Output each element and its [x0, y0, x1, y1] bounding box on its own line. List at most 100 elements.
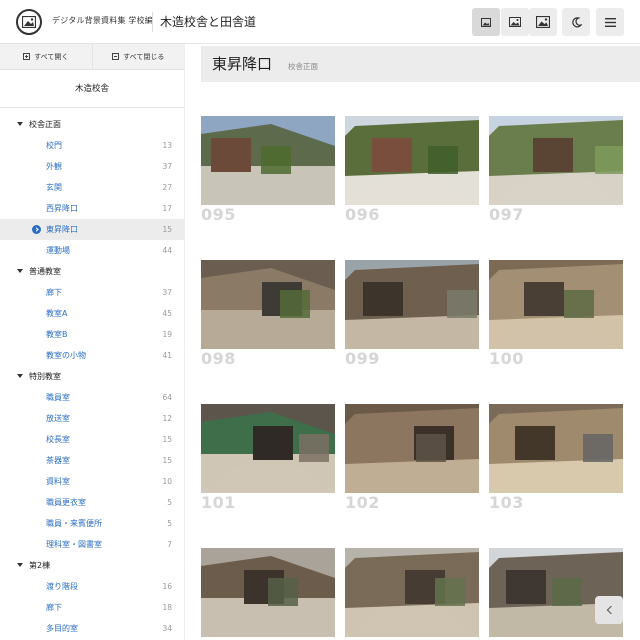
thumbnail-small-button[interactable]	[472, 8, 500, 36]
tree-group[interactable]: 特別教室	[0, 366, 184, 387]
tree-item-label: 理科室・図書室	[46, 540, 102, 549]
photo-thumbnail[interactable]	[489, 116, 623, 205]
tree-item-label: 教室A	[46, 309, 68, 318]
tree-item[interactable]: 職員更衣室 5	[0, 492, 184, 513]
tree-item[interactable]: 資料室 10	[0, 471, 184, 492]
menu-button[interactable]	[596, 8, 624, 36]
tree-item-count: 13	[162, 141, 172, 150]
thumbnail-large-button[interactable]	[529, 8, 557, 36]
tree-item-count: 12	[162, 414, 172, 423]
photo-image	[489, 116, 623, 205]
tree-item[interactable]: 運動場 44	[0, 240, 184, 261]
photo-number: 100	[489, 349, 524, 368]
tree-group[interactable]: 第2棟	[0, 555, 184, 576]
tree-item-label: 教室B	[46, 330, 68, 339]
tree-item-count: 37	[162, 288, 172, 297]
tree-item[interactable]: 廊下 18	[0, 597, 184, 618]
tree-item[interactable]: 放送室 12	[0, 408, 184, 429]
photo-thumbnail[interactable]	[201, 260, 335, 349]
tree-item[interactable]: 教室の小物 41	[0, 345, 184, 366]
tree-item[interactable]: 校長室 15	[0, 429, 184, 450]
tree-item-count: 41	[162, 351, 172, 360]
page-header: 東昇降口 校舎正面	[201, 46, 640, 82]
tree-item-label: 運動場	[46, 246, 70, 255]
tree-group[interactable]: 校舎正面	[0, 114, 184, 135]
photo-image	[345, 260, 479, 349]
page-subtitle[interactable]: 校舎正面	[288, 61, 318, 72]
tree-item-label: 職員・来賓便所	[46, 519, 102, 528]
minus-square-icon	[112, 53, 120, 60]
image-large-icon	[536, 16, 550, 28]
tree-item[interactable]: 東昇降口 15	[0, 219, 184, 240]
tree-item[interactable]: 理科室・図書室 7	[0, 534, 184, 555]
photo-thumbnail[interactable]	[345, 404, 479, 493]
tree-item[interactable]: 教室A 45	[0, 303, 184, 324]
brand-name[interactable]: デジタル背景資料集 学校編	[52, 15, 153, 26]
photo-thumbnail[interactable]	[345, 260, 479, 349]
site-logo-icon[interactable]	[16, 9, 42, 35]
tree-item[interactable]: 西昇降口 17	[0, 198, 184, 219]
menu-icon	[604, 17, 616, 27]
moon-icon	[571, 16, 582, 27]
photo-number: 096	[345, 205, 380, 224]
photo-number: 098	[201, 349, 236, 368]
tree-item-label: 放送室	[46, 414, 70, 423]
tree-item-count: 18	[162, 603, 172, 612]
caret-down-icon	[17, 122, 23, 126]
photo-thumbnail[interactable]	[201, 116, 335, 205]
photo-thumbnail[interactable]	[489, 260, 623, 349]
previous-page-button[interactable]	[595, 596, 623, 624]
tree-item-label: 外観	[46, 162, 62, 171]
plus-square-icon	[23, 53, 31, 60]
expand-all-button[interactable]: すべて開く	[0, 44, 92, 69]
tree-item-count: 5	[167, 519, 172, 528]
tree-item[interactable]: 校門 13	[0, 135, 184, 156]
tree-item-label: 西昇降口	[46, 204, 78, 213]
tree-item-label: 職員室	[46, 393, 70, 402]
photo-image	[489, 404, 623, 493]
dark-mode-button[interactable]	[562, 8, 590, 36]
tree-item-count: 5	[167, 498, 172, 507]
tree-group-label: 第2棟	[29, 561, 51, 570]
current-arrow-icon	[32, 225, 41, 234]
photo-thumbnail[interactable]	[345, 116, 479, 205]
site-title[interactable]: 木造校舎と田舎道	[160, 13, 256, 30]
tree-item[interactable]: 渡り階段 16	[0, 576, 184, 597]
photo-number: 101	[201, 493, 236, 512]
tree-item[interactable]: 外観 37	[0, 156, 184, 177]
photo-thumbnail[interactable]	[201, 404, 335, 493]
tree-item[interactable]: 玄関 27	[0, 177, 184, 198]
divider	[152, 12, 153, 32]
tree-item[interactable]: 教室B 19	[0, 324, 184, 345]
tree-item-label: 玄関	[46, 183, 62, 192]
tree-item-label: 廊下	[46, 603, 62, 612]
tree-item-count: 15	[162, 456, 172, 465]
tree-item[interactable]: 多目的室 34	[0, 618, 184, 639]
tree-item-count: 64	[162, 393, 172, 402]
tree-group-label: 特別教室	[29, 372, 61, 381]
collapse-all-button[interactable]: すべて閉じる	[91, 44, 184, 69]
caret-down-icon	[17, 563, 23, 567]
sidebar-heading: 木造校舎	[0, 70, 184, 108]
photo-thumbnail[interactable]	[201, 548, 335, 637]
page-title: 東昇降口	[212, 55, 273, 73]
tree-item[interactable]: 茶器室 15	[0, 450, 184, 471]
tree-item-label: 渡り階段	[46, 582, 78, 591]
tree-item[interactable]: 職員室 64	[0, 387, 184, 408]
tree-item-count: 45	[162, 309, 172, 318]
photo-number: 095	[201, 205, 236, 224]
tree-item[interactable]: 廊下 37	[0, 282, 184, 303]
tree-item[interactable]: 職員・来賓便所 5	[0, 513, 184, 534]
photo-thumbnail[interactable]	[345, 548, 479, 637]
photo-thumbnail[interactable]	[489, 404, 623, 493]
tree-item-label: 校長室	[46, 435, 70, 444]
tree-item-label: 教室の小物	[46, 351, 86, 360]
photo-image	[345, 116, 479, 205]
tree-group-label: 普通教室	[29, 267, 61, 276]
tree-item-count: 16	[162, 582, 172, 591]
thumbnail-medium-button[interactable]	[501, 8, 529, 36]
tree-item-label: 職員更衣室	[46, 498, 86, 507]
tree-item-count: 19	[162, 330, 172, 339]
tree-group[interactable]: 普通教室	[0, 261, 184, 282]
sidebar: すべて開く すべて閉じる 木造校舎 校舎正面 校門 13 外観 37 玄関 27 西昇降口 17…	[0, 44, 185, 640]
